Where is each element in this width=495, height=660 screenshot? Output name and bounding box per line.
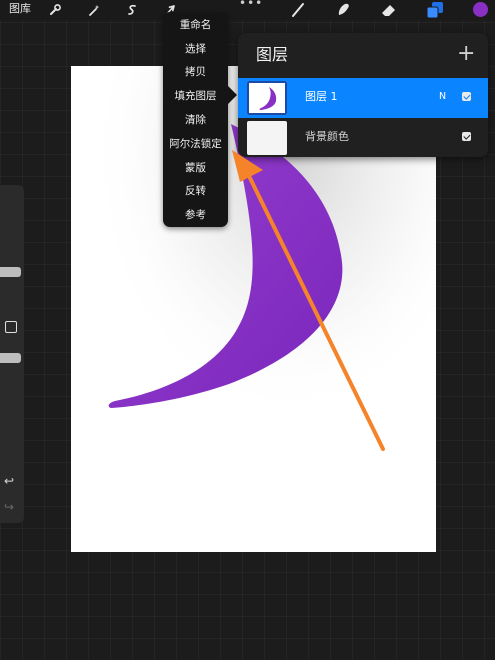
layer-thumbnail-preview xyxy=(259,87,277,110)
menu-item-reference[interactable]: 参考 xyxy=(163,205,228,225)
brush-icon[interactable] xyxy=(290,2,306,18)
brush-size-slider[interactable] xyxy=(0,267,21,277)
menu-item-clear[interactable]: 清除 xyxy=(163,110,228,130)
menu-item-invert[interactable]: 反转 xyxy=(163,181,228,201)
color-picker-swatch[interactable] xyxy=(473,2,488,17)
menu-item-rename[interactable]: 重命名 xyxy=(163,15,228,35)
selection-s-icon[interactable] xyxy=(125,3,139,17)
menu-item-select[interactable]: 选择 xyxy=(163,39,228,59)
menu-pointer-caret xyxy=(228,86,237,104)
opacity-slider[interactable] xyxy=(0,353,21,363)
redo-icon[interactable]: ↪ xyxy=(4,501,14,513)
top-toolbar: 图库 ••• xyxy=(0,0,495,20)
layers-panel: 图层 + 图层 1 N 背景颜色 xyxy=(238,33,488,157)
menu-item-alpha-lock[interactable]: 阿尔法锁定 xyxy=(163,134,228,154)
layer-visibility-checkbox[interactable] xyxy=(462,132,471,141)
eraser-icon[interactable] xyxy=(380,2,398,18)
layers-panel-title: 图层 xyxy=(256,45,289,64)
layer-thumbnail[interactable] xyxy=(247,81,287,115)
layer-row-layer-1[interactable]: 图层 1 N xyxy=(238,78,488,118)
gallery-button[interactable]: 图库 xyxy=(9,2,31,16)
left-sidebar: ↩ ↪ xyxy=(0,185,24,523)
menu-item-mask[interactable]: 蒙版 xyxy=(163,158,228,178)
layer-visibility-checkbox[interactable] xyxy=(462,92,471,101)
layer-row-background-color[interactable]: 背景颜色 xyxy=(238,118,488,157)
undo-icon[interactable]: ↩ xyxy=(4,475,14,487)
add-layer-button[interactable]: + xyxy=(457,41,475,67)
background-thumbnail[interactable] xyxy=(247,121,287,155)
layer-options-menu: 重命名 选择 拷贝 填充图层 清除 阿尔法锁定 蒙版 反转 参考 xyxy=(163,12,228,227)
layers-icon[interactable] xyxy=(426,1,444,19)
layer-name: 背景颜色 xyxy=(305,130,349,143)
menu-item-copy[interactable]: 拷贝 xyxy=(163,62,228,82)
blend-mode-button[interactable]: N xyxy=(439,89,446,105)
smudge-icon[interactable] xyxy=(335,2,352,18)
menu-item-fill-layer[interactable]: 填充图层 xyxy=(163,86,228,106)
more-options-button[interactable]: ••• xyxy=(239,0,263,10)
procreate-app: 图库 ••• ↩ ↪ 重命名 选择 拷贝 填充图层 清除 阿尔法锁定 蒙版 反转… xyxy=(0,0,495,660)
magic-wand-icon[interactable] xyxy=(87,3,101,17)
modify-square-button[interactable] xyxy=(5,321,17,333)
wrench-icon[interactable] xyxy=(48,3,62,17)
layer-name: 图层 1 xyxy=(305,90,338,103)
